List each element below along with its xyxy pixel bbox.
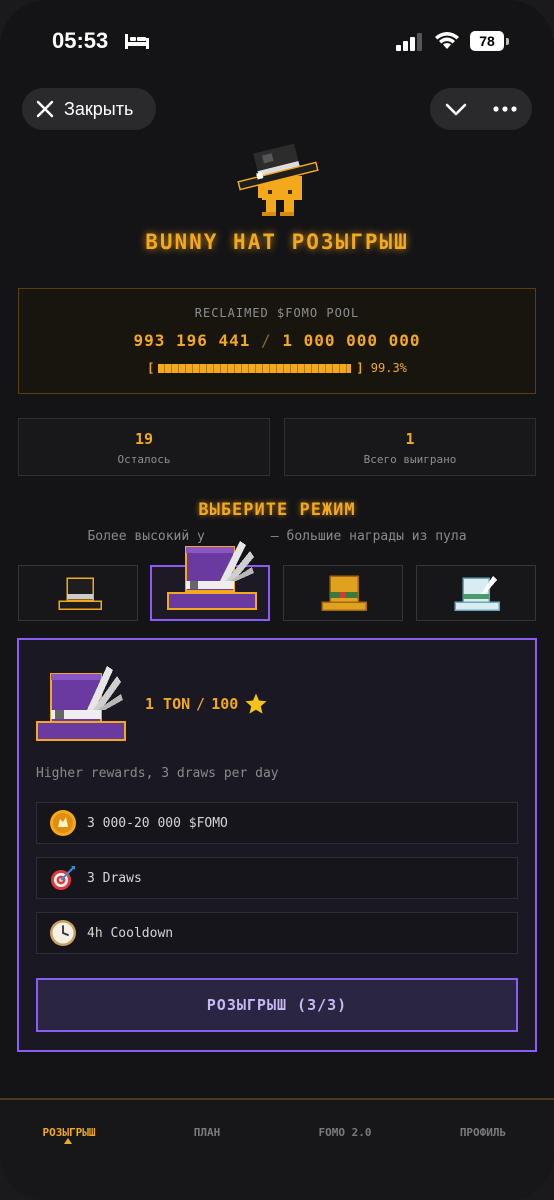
- mode-subtitle-end: — большие награды из пула: [270, 529, 467, 544]
- sleep-mode-icon: [125, 34, 149, 49]
- close-button-label: Закрыть: [64, 98, 134, 119]
- star-icon: [245, 693, 267, 714]
- mode-option-crystal-hat[interactable]: [416, 565, 536, 621]
- target-icon: [51, 866, 75, 890]
- stat-total-won-label: Всего выиграно: [363, 453, 457, 466]
- fomo-coin-icon: [50, 810, 76, 836]
- stat-total-won: 1 Всего выиграно: [284, 418, 536, 476]
- stat-total-won-value: 1: [405, 430, 415, 448]
- cellular-signal-icon: [396, 33, 422, 51]
- black-top-hat-icon: [58, 577, 102, 610]
- purple-feather-hat-icon: [167, 541, 257, 610]
- pool-separator: /: [261, 331, 272, 350]
- progress-fill: [158, 364, 352, 373]
- bottom-nav: РОЗЫГРЫШ ПЛАН FOMO 2.0 ПРОФИЛЬ: [0, 1098, 554, 1200]
- page-title: BUNNY HAT РОЗЫГРЫШ: [145, 230, 409, 254]
- mode-description: Higher rewards, 3 draws per day: [36, 766, 279, 781]
- crystal-top-hat-icon: [454, 576, 500, 611]
- gold-top-hat-icon: [321, 575, 367, 611]
- purple-feather-hat-icon: [36, 666, 126, 741]
- nav-tab-profile[interactable]: ПРОФИЛЬ: [428, 1126, 538, 1139]
- fomo-pool-panel: RECLAIMED $FOMO POOL 993 196 441 / 1 000…: [18, 288, 536, 394]
- clock-icon: [50, 920, 76, 946]
- mode-option-gold-hat[interactable]: [283, 565, 403, 621]
- feature-reward-text: 3 000-20 000 $FOMO: [87, 815, 228, 831]
- stat-remaining-value: 19: [134, 430, 154, 448]
- mode-subtitle: Более высокий у — большие награды из пула: [0, 529, 554, 544]
- bunny-hat-mascot-icon: [237, 143, 319, 216]
- close-icon: [36, 100, 54, 118]
- pool-label: RECLAIMED $FOMO POOL: [194, 306, 360, 320]
- feature-cooldown: 4h Cooldown: [36, 912, 518, 954]
- wifi-icon: [435, 32, 459, 49]
- status-bar: 05:53 78: [0, 0, 554, 80]
- selected-mode-card: 1 TON / 100 Higher rewards, 3 draws per …: [17, 638, 537, 1052]
- progress-bracket-right: ]: [356, 361, 364, 375]
- more-options-icon[interactable]: [492, 99, 518, 119]
- feature-draws-text: 3 Draws: [87, 870, 142, 886]
- pool-values: 993 196 441 / 1 000 000 000: [19, 331, 535, 350]
- feature-cooldown-text: 4h Cooldown: [87, 925, 174, 941]
- close-button[interactable]: Закрыть: [22, 88, 156, 130]
- price-ton: 1 TON: [145, 695, 191, 713]
- progress-bracket-left: [: [147, 361, 155, 375]
- stat-remaining: 19 Осталось: [18, 418, 270, 476]
- feature-draws: 3 Draws: [36, 857, 518, 899]
- draw-button[interactable]: РОЗЫГРЫШ (3/3): [36, 978, 518, 1032]
- nav-tab-fomo[interactable]: FOMO 2.0: [290, 1126, 400, 1139]
- progress-track: [154, 363, 356, 374]
- pool-progress: [] 99.3%: [19, 361, 535, 375]
- mode-option-black-hat[interactable]: [18, 565, 138, 621]
- app-frame: 05:53 78 Закрыть BUNNY HAT РОЗЫГРЫШ RECL…: [0, 0, 554, 1200]
- chevron-down-icon[interactable]: [444, 99, 468, 119]
- active-tab-caret-icon: [64, 1138, 72, 1144]
- nav-tab-plan[interactable]: ПЛАН: [152, 1126, 262, 1139]
- mode-option-purple-hat[interactable]: [150, 541, 270, 621]
- pool-total: 1 000 000 000: [282, 331, 421, 350]
- feature-reward: 3 000-20 000 $FOMO: [36, 802, 518, 844]
- price-stars: 100: [211, 695, 239, 713]
- pool-current: 993 196 441: [133, 331, 251, 350]
- battery-indicator: 78: [470, 31, 504, 51]
- pool-percent: 99.3%: [370, 361, 407, 375]
- price-separator: /: [196, 695, 206, 713]
- stat-remaining-label: Осталось: [117, 453, 171, 466]
- mode-title: ВЫБЕРИТЕ РЕЖИМ: [198, 500, 356, 520]
- price-row: 1 TON / 100: [145, 692, 268, 716]
- battery-tip: [506, 38, 509, 45]
- status-time: 05:53: [52, 28, 109, 53]
- header-menu-group: [430, 88, 532, 130]
